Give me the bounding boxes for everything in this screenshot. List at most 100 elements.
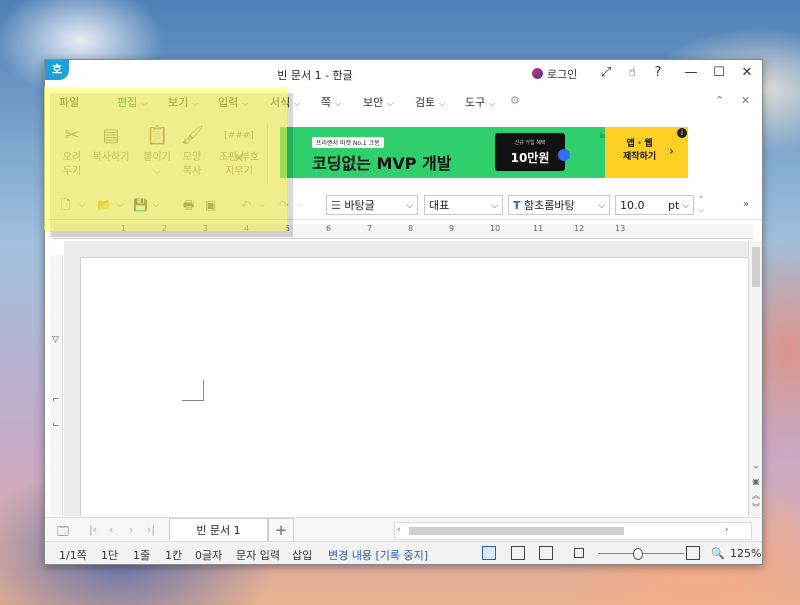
collapse-ribbon-icon[interactable]: ⌃ xyxy=(715,94,724,107)
menu-page[interactable]: 쪽 ⌵ xyxy=(321,94,341,110)
menu-bar: 파일 편집 ⌵ 보기 ⌵ 입력 ⌵ 서식 ⌵ 쪽 ⌵ 보안 ⌵ 검토 ⌵ 도구 ⌵ ⚙ ⌃ ✕ xyxy=(45,87,762,114)
margin-marker-icon[interactable]: ⌐ xyxy=(52,395,60,405)
page-up-icon[interactable]: ︽ xyxy=(751,491,761,501)
page-down-icon[interactable]: ︾ xyxy=(751,503,761,513)
first-tab-icon[interactable]: |‹ xyxy=(89,523,97,536)
ad-info-icon[interactable]: i xyxy=(677,128,687,138)
maximize-button[interactable]: ☐ xyxy=(709,64,729,82)
font-size-stepper[interactable]: ⌃ ⌵ xyxy=(695,194,707,216)
menu-security[interactable]: 보안 ⌵ xyxy=(363,94,393,110)
save-icon[interactable]: 💾 xyxy=(133,197,148,213)
chevron-down-icon: ⌵ xyxy=(598,201,605,211)
undo-icon[interactable]: ↶ xyxy=(241,197,251,213)
vertical-scrollbar[interactable]: ⌄ ▣ ︽ ︾ xyxy=(748,241,762,516)
horizontal-ruler[interactable]: 1 2 3 4 5 6 7 8 9 10 11 12 13 xyxy=(53,224,753,239)
last-tab-icon[interactable]: ›| xyxy=(147,523,155,536)
copy-icon: ▤ xyxy=(102,125,120,146)
menu-tools[interactable]: 도구 ⌵ xyxy=(465,94,495,110)
zoom-level[interactable]: 125% xyxy=(730,547,761,560)
status-mode[interactable]: 문자 입력 xyxy=(236,547,280,563)
view-split-button[interactable] xyxy=(511,546,525,560)
paste-dropdown-icon[interactable]: ⌵ xyxy=(137,165,177,179)
menu-file[interactable]: 파일 xyxy=(59,94,79,110)
vertical-ruler[interactable]: ▽ ⌐ ⌙ xyxy=(50,255,63,515)
chevron-down-icon: ⌵ xyxy=(141,99,148,108)
horizontal-scroll-thumb[interactable] xyxy=(409,527,624,535)
view-page-button[interactable] xyxy=(539,546,553,560)
clear-codes-icon: [###] ✕ xyxy=(224,131,254,165)
menu-view[interactable]: 보기 ⌵ xyxy=(168,94,198,110)
view-fit-button[interactable] xyxy=(574,548,584,558)
menu-edit[interactable]: 편집 ⌵ xyxy=(117,94,147,110)
format-copy-button[interactable]: 🖌 모양 복사 xyxy=(172,125,212,185)
document-page[interactable] xyxy=(80,257,750,516)
chevron-down-icon[interactable]: ⌵ xyxy=(117,197,123,213)
print-preview-icon[interactable]: ▣ xyxy=(205,197,216,213)
ad-cta[interactable]: 앱 · 웹 제작하기 › xyxy=(605,127,688,178)
language-select[interactable]: 대표 ⌵ xyxy=(424,195,503,215)
close-button[interactable]: ✕ xyxy=(737,64,757,82)
tab-list-icon[interactable]: 🗔 xyxy=(57,523,69,542)
share-icon[interactable]: ⚙ xyxy=(510,94,520,107)
ad-banner[interactable]: 프리랜서 마켓 No.1 크몽 코딩없는 MVP 개발 신규 가입 혜택 10만… xyxy=(280,127,688,178)
status-page[interactable]: 1/1쪽 xyxy=(59,547,87,563)
chevron-down-icon: ⌵ xyxy=(439,99,446,108)
next-tab-icon[interactable]: › xyxy=(129,523,133,536)
style-icon: ☰ xyxy=(331,199,341,212)
scroll-right-icon[interactable]: › xyxy=(725,525,729,535)
open-folder-icon[interactable]: 📂 xyxy=(97,197,112,213)
ad-promo-box: 신규 가입 혜택 10만원 xyxy=(495,133,565,171)
chevron-down-icon[interactable]: ⌵ xyxy=(79,197,85,213)
toolbar-more-icon[interactable]: » xyxy=(743,197,749,213)
chevron-down-icon: ⌵ xyxy=(335,99,342,108)
redo-icon[interactable]: ↷ xyxy=(279,197,289,213)
font-select[interactable]: T 함초롬바탕 ⌵ xyxy=(508,195,610,215)
document-canvas[interactable] xyxy=(64,241,750,516)
paste-button[interactable]: 📋 붙이기 ⌵ xyxy=(137,125,177,185)
hand-tool-icon[interactable]: ☝ xyxy=(622,64,642,82)
style-select[interactable]: ☰ 바탕글 ⌵ xyxy=(326,195,418,215)
scroll-down-icon[interactable]: ⌄ xyxy=(751,461,761,471)
add-tab-button[interactable]: + xyxy=(268,518,294,542)
print-icon[interactable]: 🖶 xyxy=(183,197,194,213)
chevron-down-icon[interactable]: ⌵ xyxy=(259,197,265,213)
zoom-fit-button[interactable] xyxy=(686,546,700,560)
zoom-slider-handle[interactable] xyxy=(633,548,643,560)
menu-review[interactable]: 검토 ⌵ xyxy=(415,94,445,110)
status-track-changes[interactable]: 변경 내용 [기록 중지] xyxy=(328,547,428,563)
format-brush-icon: 🖌 xyxy=(181,125,204,146)
help-icon[interactable]: ? xyxy=(648,64,668,82)
tab-document-1[interactable]: 빈 문서 1 xyxy=(169,518,268,542)
vertical-scroll-thumb[interactable] xyxy=(752,247,760,287)
login-button[interactable]: 로그인 xyxy=(532,65,577,82)
status-chars: 0글자 xyxy=(195,549,223,562)
document-tab-bar: 🗔 |‹ ‹ › ›| 빈 문서 1 + ‹ › xyxy=(45,517,762,542)
chevron-down-icon: ⌵ xyxy=(682,201,689,211)
scroll-left-icon[interactable]: ‹ xyxy=(397,525,401,535)
margin-marker-icon[interactable]: ⌙ xyxy=(52,420,60,430)
font-size-select[interactable]: 10.0 pt ⌵ xyxy=(615,195,694,215)
status-line: 1줄 xyxy=(133,549,151,562)
expand-icon[interactable]: ⤢ xyxy=(596,64,616,82)
view-normal-button[interactable] xyxy=(482,546,496,560)
copy-button[interactable]: ▤ 복사하기 xyxy=(91,125,131,185)
minimize-button[interactable]: — xyxy=(681,64,701,82)
cut-button[interactable]: ✂ 오려 두기 xyxy=(52,125,92,185)
new-document-icon[interactable]: 🗋 xyxy=(61,197,71,213)
zoom-search-icon[interactable]: 🔍 xyxy=(711,547,725,560)
chevron-down-icon: ⌵ xyxy=(294,99,301,108)
hwp-window: 호 빈 문서 1 - 한글 로그인 ⤢ ☝ ? — ☐ ✕ 파일 편집 ⌵ 보기 ⌵… xyxy=(44,59,763,565)
menu-format[interactable]: 서식 ⌵ xyxy=(270,94,300,110)
login-label: 로그인 xyxy=(547,67,578,81)
status-insert[interactable]: 삽입 xyxy=(292,547,312,563)
prev-tab-icon[interactable]: ‹ xyxy=(109,523,113,536)
chevron-down-icon[interactable]: ⌵ xyxy=(153,197,159,213)
horizontal-scrollbar[interactable]: ‹ › xyxy=(394,522,752,540)
chevron-down-icon[interactable]: ⌵ xyxy=(297,197,303,213)
indent-marker-icon[interactable]: ▽ xyxy=(52,335,59,345)
close-ribbon-icon[interactable]: ✕ xyxy=(741,94,750,107)
page-up-icon[interactable]: ▣ xyxy=(751,477,761,487)
clear-codes-button[interactable]: [###] ✕ 조판 부호 지우기 xyxy=(213,125,265,185)
status-bar: 1/1쪽 1단 1줄 1칸 0글자 문자 입력 삽입 변경 내용 [기록 중지]… xyxy=(45,541,762,564)
menu-insert[interactable]: 입력 ⌵ xyxy=(218,94,248,110)
